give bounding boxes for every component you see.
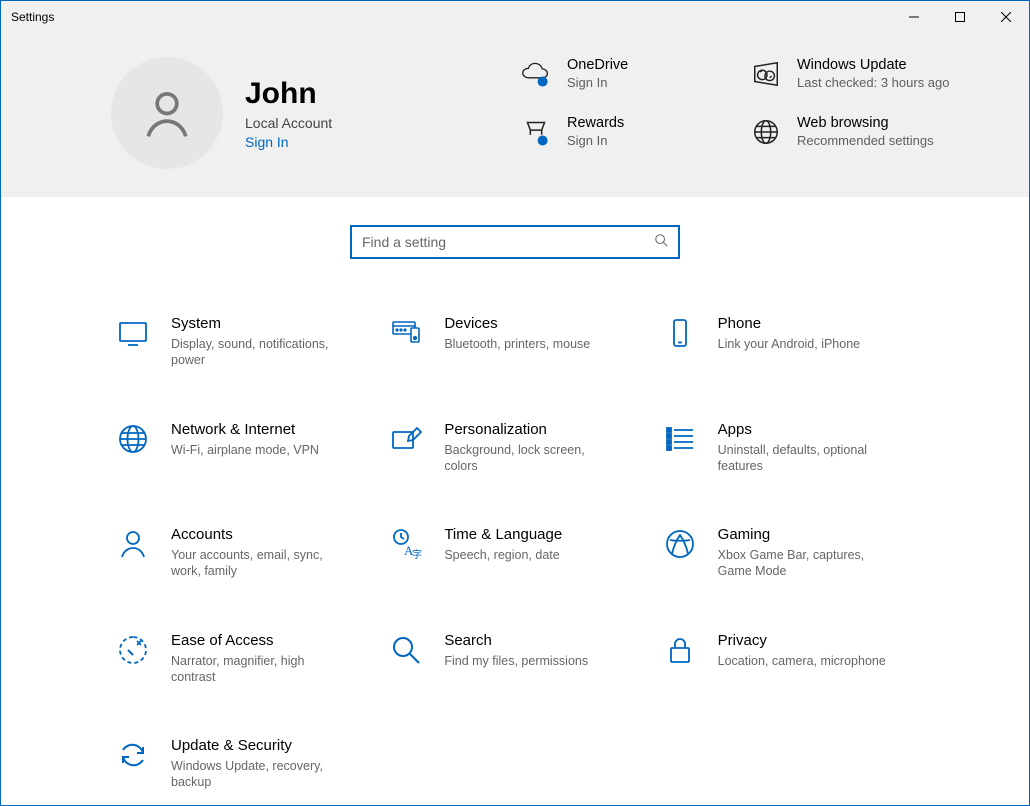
privacy-sub: Location, camera, microphone (718, 653, 886, 669)
gaming-sub: Xbox Game Bar, captures, Game Mode (718, 547, 888, 580)
devices-sub: Bluetooth, printers, mouse (444, 336, 590, 352)
search-sub: Find my files, permissions (444, 653, 588, 669)
titlebar: Settings (1, 1, 1029, 33)
search-box[interactable] (350, 225, 680, 259)
rewards-sub: Sign In (567, 133, 624, 149)
window-controls (891, 1, 1029, 33)
category-accounts[interactable]: Accounts Your accounts, email, sync, wor… (115, 526, 368, 580)
avatar (111, 57, 223, 169)
time-title: Time & Language (444, 526, 562, 543)
devices-title: Devices (444, 315, 590, 332)
category-time[interactable]: A 字 Time & Language Speech, region, date (388, 526, 641, 580)
search-wrap (1, 225, 1029, 259)
user-icon (139, 85, 195, 141)
maximize-icon (955, 12, 965, 22)
accounts-icon (115, 526, 151, 562)
category-system[interactable]: System Display, sound, notifications, po… (115, 315, 368, 369)
accounts-sub: Your accounts, email, sync, work, family (171, 547, 341, 580)
category-update-security[interactable]: Update & Security Windows Update, recove… (115, 737, 368, 791)
category-grid: System Display, sound, notifications, po… (115, 315, 915, 805)
web-title: Web browsing (797, 115, 934, 131)
web-sub: Recommended settings (797, 133, 934, 149)
system-sub: Display, sound, notifications, power (171, 336, 341, 369)
minimize-button[interactable] (891, 1, 937, 33)
phone-icon (662, 315, 698, 351)
search-icon (654, 233, 668, 252)
personalization-icon (388, 421, 424, 457)
personalization-sub: Background, lock screen, colors (444, 442, 614, 475)
network-icon (115, 421, 151, 457)
time-sub: Speech, region, date (444, 547, 562, 563)
user-block: John Local Account Sign In (111, 57, 332, 169)
search-title: Search (444, 632, 588, 649)
globe-icon (749, 115, 783, 149)
close-icon (1001, 12, 1011, 22)
ease-title: Ease of Access (171, 632, 341, 649)
phone-sub: Link your Android, iPhone (718, 336, 860, 352)
web-browsing-item[interactable]: Web browsing Recommended settings (749, 115, 959, 149)
phone-title: Phone (718, 315, 860, 332)
onedrive-item[interactable]: OneDrive Sign In (519, 57, 729, 91)
system-title: System (171, 315, 341, 332)
close-button[interactable] (983, 1, 1029, 33)
gaming-title: Gaming (718, 526, 888, 543)
privacy-icon (662, 632, 698, 668)
update-title: Windows Update (797, 57, 950, 73)
category-personalization[interactable]: Personalization Background, lock screen,… (388, 421, 641, 475)
onedrive-title: OneDrive (567, 57, 628, 73)
apps-sub: Uninstall, defaults, optional features (718, 442, 888, 475)
update-icon (749, 57, 783, 91)
category-ease[interactable]: Ease of Access Narrator, magnifier, high… (115, 632, 368, 686)
category-search[interactable]: Search Find my files, permissions (388, 632, 641, 686)
category-devices[interactable]: Devices Bluetooth, printers, mouse (388, 315, 641, 369)
updatesec-sub: Windows Update, recovery, backup (171, 758, 341, 791)
search-input[interactable] (362, 234, 654, 250)
category-gaming[interactable]: Gaming Xbox Game Bar, captures, Game Mod… (662, 526, 915, 580)
account-type: Local Account (245, 115, 332, 131)
rewards-item[interactable]: Rewards Sign In (519, 115, 729, 149)
apps-icon (662, 421, 698, 457)
rewards-icon (519, 115, 553, 149)
windows-update-item[interactable]: Windows Update Last checked: 3 hours ago (749, 57, 959, 91)
onedrive-icon (519, 57, 553, 91)
category-phone[interactable]: Phone Link your Android, iPhone (662, 315, 915, 369)
ease-sub: Narrator, magnifier, high contrast (171, 653, 341, 686)
account-header: John Local Account Sign In OneDrive Sign… (1, 33, 1029, 197)
network-title: Network & Internet (171, 421, 319, 438)
devices-icon (388, 315, 424, 351)
update-sub: Last checked: 3 hours ago (797, 75, 950, 91)
category-apps[interactable]: Apps Uninstall, defaults, optional featu… (662, 421, 915, 475)
rewards-title: Rewards (567, 115, 624, 131)
time-icon: A 字 (388, 526, 424, 562)
svg-text:字: 字 (412, 548, 422, 561)
category-privacy[interactable]: Privacy Location, camera, microphone (662, 632, 915, 686)
network-sub: Wi-Fi, airplane mode, VPN (171, 442, 319, 458)
category-network[interactable]: Network & Internet Wi-Fi, airplane mode,… (115, 421, 368, 475)
onedrive-sub: Sign In (567, 75, 628, 91)
window-title: Settings (1, 10, 54, 24)
update-security-icon (115, 737, 151, 773)
system-icon (115, 315, 151, 351)
updatesec-title: Update & Security (171, 737, 341, 754)
privacy-title: Privacy (718, 632, 886, 649)
personalization-title: Personalization (444, 421, 614, 438)
settings-body: System Display, sound, notifications, po… (1, 197, 1029, 805)
user-info: John Local Account Sign In (245, 77, 332, 150)
accounts-title: Accounts (171, 526, 341, 543)
info-grid: OneDrive Sign In Windows Update Last che… (519, 57, 959, 150)
apps-title: Apps (718, 421, 888, 438)
settings-window: Settings John Local Account (0, 0, 1030, 806)
ease-icon (115, 632, 151, 668)
user-name: John (245, 77, 332, 111)
maximize-button[interactable] (937, 1, 983, 33)
gaming-icon (662, 526, 698, 562)
search-cat-icon (388, 632, 424, 668)
minimize-icon (909, 12, 919, 22)
sign-in-link[interactable]: Sign In (245, 134, 332, 150)
